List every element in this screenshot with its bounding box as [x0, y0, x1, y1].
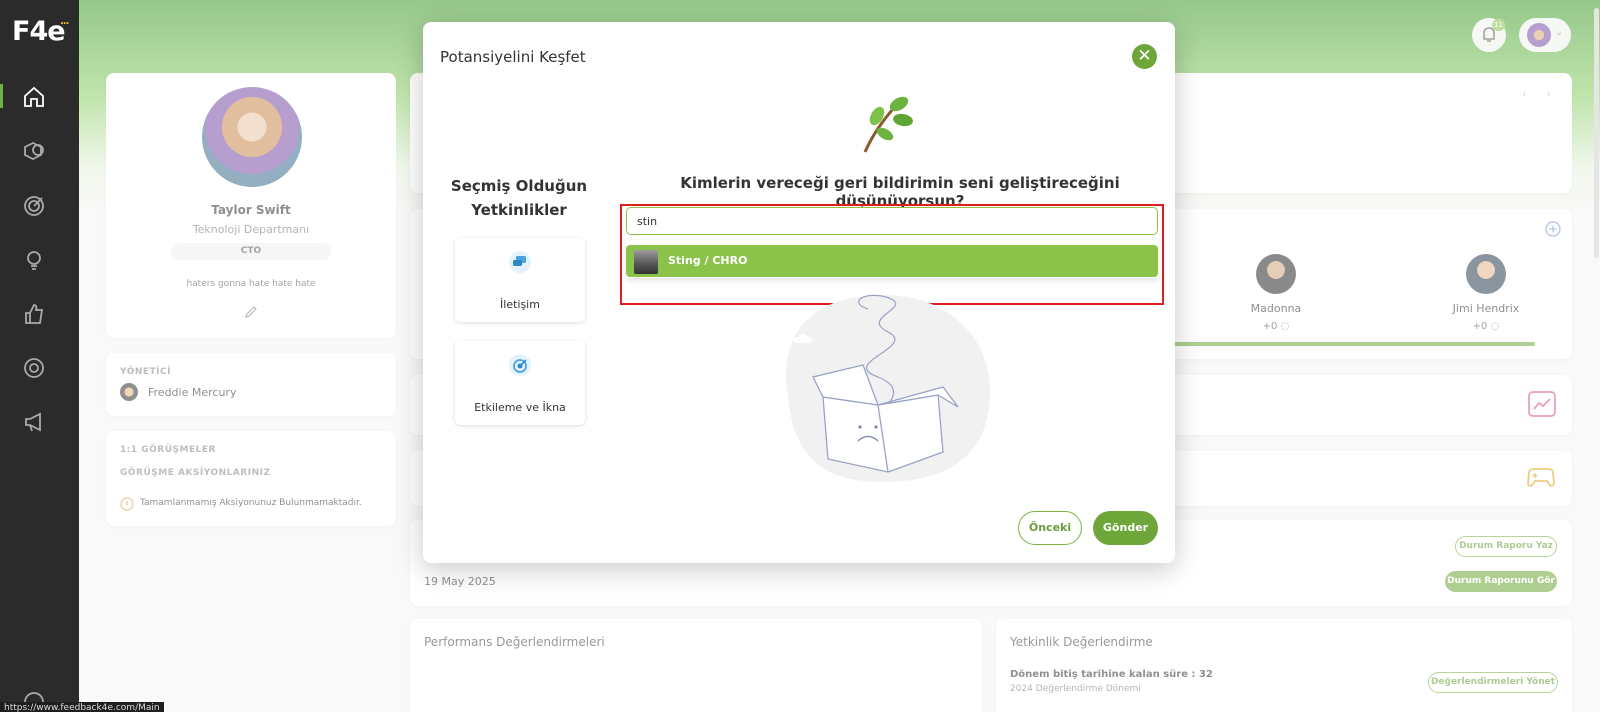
- circle-target-icon[interactable]: [20, 354, 48, 382]
- close-button[interactable]: ✕: [1132, 44, 1157, 69]
- home-icon[interactable]: [20, 83, 48, 111]
- competency-label: Etkileme ve İkna: [474, 401, 566, 414]
- sprout-icon: [863, 96, 913, 153]
- person-search-input[interactable]: [626, 207, 1158, 235]
- suggestion-label: Sting / CHRO: [668, 254, 748, 267]
- selected-competencies-heading: Seçmiş Olduğun Yetkinlikler: [450, 177, 588, 219]
- sidebar: F4e...: [0, 0, 79, 712]
- status-bar-url: https://www.feedback4e.com/Main: [0, 702, 164, 712]
- nav-active-indicator: [0, 84, 3, 108]
- previous-button[interactable]: Önceki: [1018, 511, 1082, 545]
- suggestion-item[interactable]: Sting / CHRO: [626, 245, 1158, 277]
- modal-title: Potansiyelini Keşfet: [440, 48, 586, 66]
- discover-potential-modal: Potansiyelini Keşfet ✕ Seçmiş Olduğun Ye…: [423, 22, 1175, 563]
- suggestion-avatar: [634, 250, 658, 274]
- feedback-icon[interactable]: [20, 138, 48, 166]
- megaphone-icon[interactable]: [20, 408, 48, 436]
- empty-box-illustration: [786, 294, 991, 482]
- thumbs-up-icon[interactable]: [20, 300, 48, 328]
- send-button[interactable]: Gönder: [1093, 511, 1158, 545]
- competency-label: İletişim: [500, 298, 540, 311]
- target-icon[interactable]: [20, 192, 48, 220]
- target-icon: [509, 354, 531, 376]
- chat-icon: [509, 251, 531, 273]
- lightbulb-icon[interactable]: [20, 246, 48, 274]
- competency-card-communication[interactable]: İletişim: [455, 238, 585, 322]
- app-logo[interactable]: F4e...: [12, 16, 69, 47]
- close-icon: ✕: [1137, 46, 1152, 66]
- competency-card-influence[interactable]: Etkileme ve İkna: [455, 341, 585, 425]
